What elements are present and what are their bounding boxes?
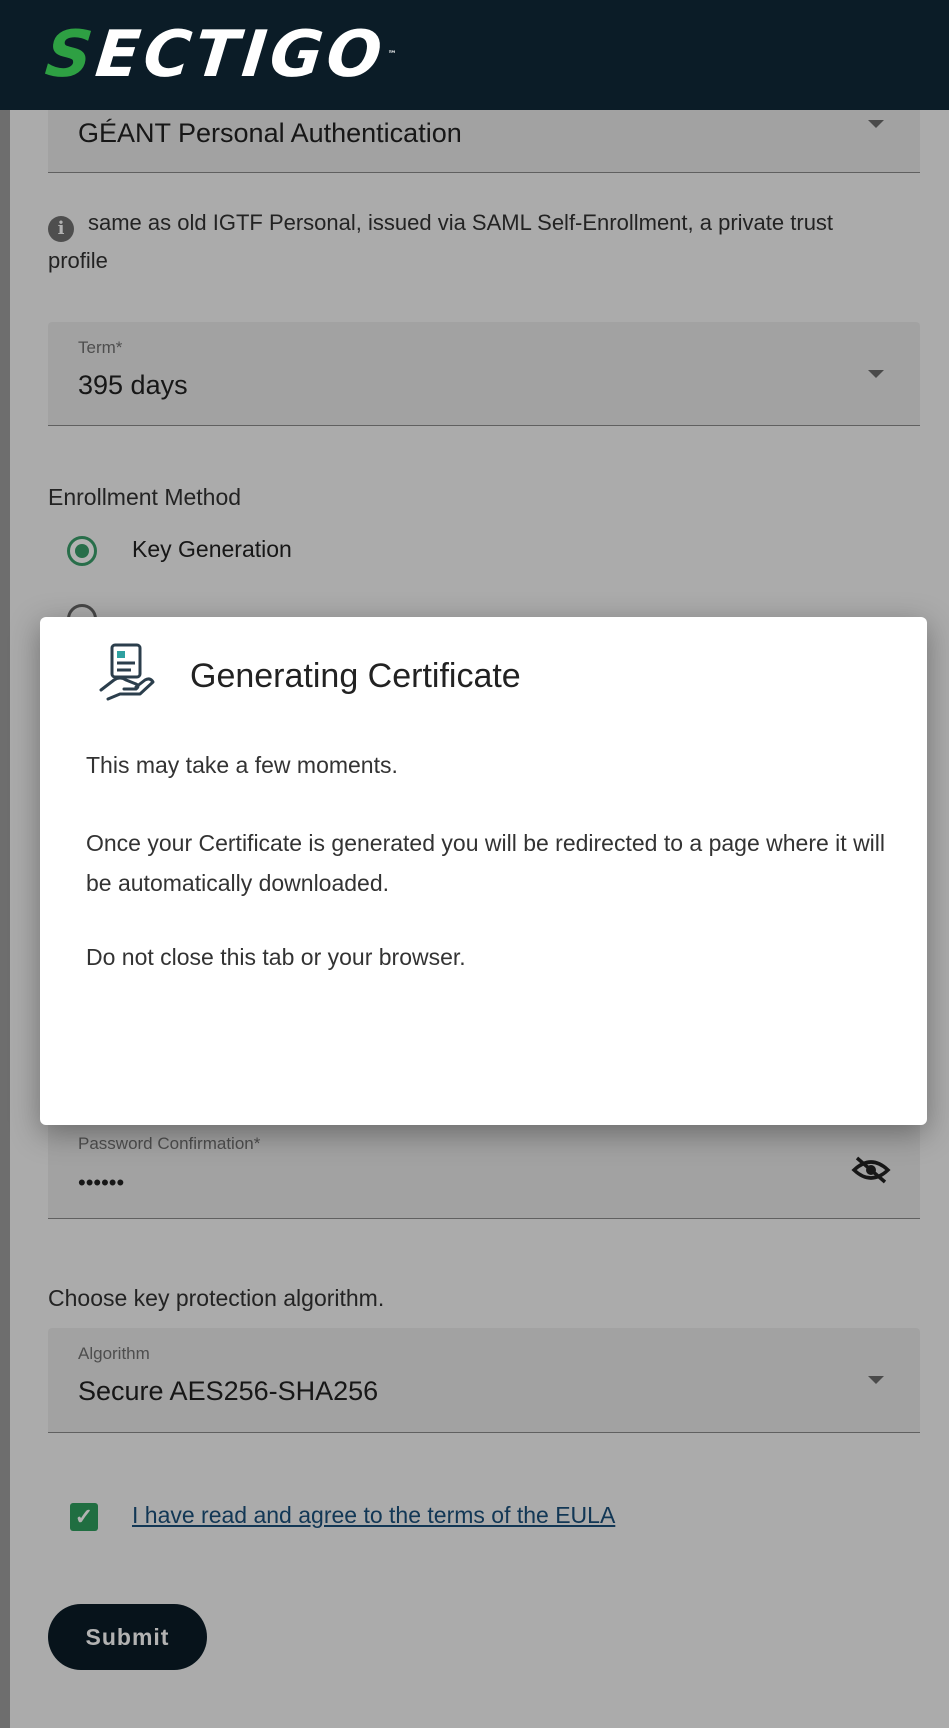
generating-certificate-dialog: Generating Certificate This may take a f… [40, 617, 927, 1125]
logo-trademark: ™ [386, 50, 401, 60]
logo-rest: ECTIGO [92, 18, 390, 92]
dialog-message-3: Do not close this tab or your browser. [86, 944, 466, 970]
sectigo-logo: SECTIGO™ [42, 18, 404, 92]
dialog-title: Generating Certificate [190, 657, 521, 695]
logo-first-letter: S [42, 18, 100, 92]
dialog-message-2: Once your Certificate is generated you w… [86, 830, 886, 896]
header-bar: SECTIGO™ [0, 0, 949, 110]
certificate-hand-icon [99, 643, 155, 701]
dialog-message-1: This may take a few moments. [86, 752, 398, 778]
